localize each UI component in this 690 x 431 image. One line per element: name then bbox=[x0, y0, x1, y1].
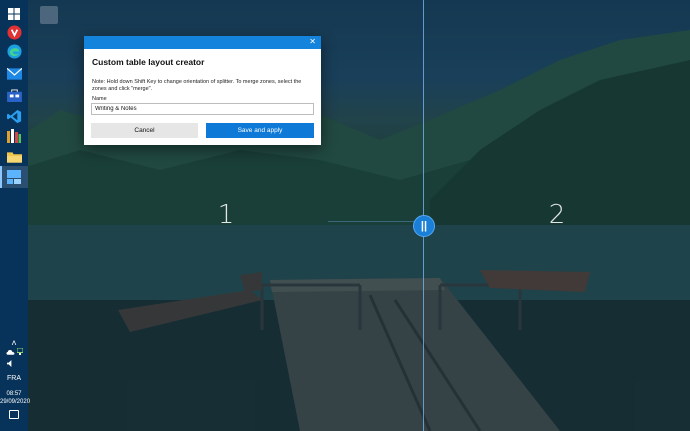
dialog-titlebar[interactable]: ✕ bbox=[84, 36, 321, 49]
vivaldi-icon[interactable] bbox=[5, 23, 23, 41]
tray-icons bbox=[0, 347, 28, 357]
close-icon[interactable]: ✕ bbox=[309, 37, 316, 46]
clock-time: 08:57 bbox=[6, 391, 22, 397]
taskbar: ˄ FRA 08:57 29/09/2020 bbox=[0, 0, 31, 431]
network-icon[interactable] bbox=[16, 347, 23, 357]
clock[interactable]: 08:57 29/09/2020 bbox=[0, 390, 31, 406]
layout-creator-dialog: ✕ Custom table layout creator Note: Hold… bbox=[84, 36, 321, 145]
notification-center-icon[interactable] bbox=[9, 410, 19, 419]
show-hidden-icons-chevron[interactable]: ˄ bbox=[0, 338, 28, 348]
save-and-apply-button[interactable]: Save and apply bbox=[206, 123, 314, 138]
zone-number: 1 bbox=[217, 200, 235, 230]
books-icon[interactable] bbox=[5, 127, 23, 145]
splitter-guide bbox=[328, 221, 424, 222]
mail-icon[interactable] bbox=[5, 65, 23, 83]
clock-date: 29/09/2020 bbox=[0, 399, 31, 405]
cancel-button[interactable]: Cancel bbox=[91, 123, 198, 138]
input-language[interactable]: FRA bbox=[0, 375, 28, 382]
zone-2[interactable]: 2 bbox=[424, 0, 690, 431]
layout-name-input[interactable] bbox=[91, 103, 314, 115]
fancyzones-icon[interactable] bbox=[5, 168, 23, 186]
edge-icon[interactable] bbox=[5, 42, 23, 60]
volume-icon[interactable] bbox=[0, 360, 24, 369]
onedrive-icon[interactable] bbox=[5, 348, 15, 357]
vscode-icon[interactable] bbox=[5, 107, 23, 125]
splitter-handle[interactable]: || bbox=[413, 215, 435, 237]
file-explorer-icon[interactable] bbox=[5, 148, 23, 166]
store-icon[interactable] bbox=[5, 86, 23, 104]
name-label: Name bbox=[92, 96, 107, 102]
dialog-title: Custom table layout creator bbox=[92, 57, 205, 67]
start-icon[interactable] bbox=[5, 5, 23, 23]
zone-number: 2 bbox=[548, 200, 566, 230]
dialog-note: Note: Hold down Shift Key to change orie… bbox=[92, 79, 302, 92]
active-app-indicator bbox=[0, 166, 2, 188]
